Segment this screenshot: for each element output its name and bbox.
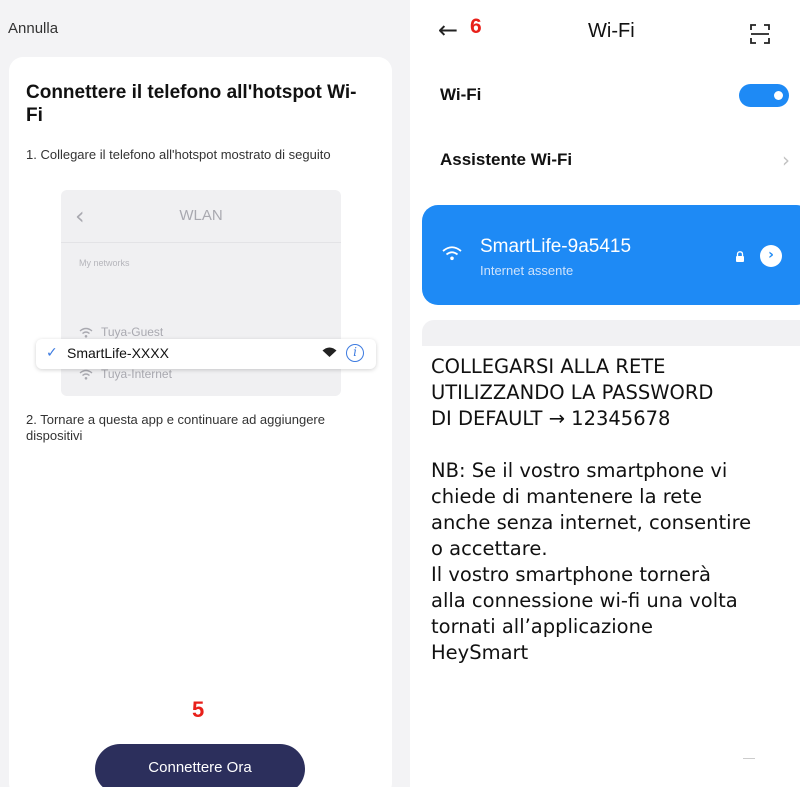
wifi-toggle-label: Wi-Fi [440, 85, 482, 104]
network-name: SmartLife-9a5415 [480, 236, 632, 257]
wifi-icon [79, 327, 93, 338]
network-status: Internet assente [480, 263, 574, 278]
instruction-line: COLLEGARSI ALLA RETE [431, 355, 666, 378]
network-details-button[interactable]: › [760, 245, 782, 267]
network-name: SmartLife-XXXX [67, 345, 169, 361]
chevron-right-icon: › [782, 148, 790, 172]
back-arrow-icon[interactable]: ← [438, 16, 458, 44]
wifi-icon [79, 369, 93, 380]
connect-now-button[interactable]: Connettere Ora [95, 744, 305, 787]
divider [743, 758, 755, 759]
toggle-knob [774, 91, 783, 100]
note-line: chiede di mantenere la rete [431, 485, 702, 508]
note-line: NB: Se il vostro smartphone vi [431, 459, 728, 482]
wifi-assistant-item[interactable]: Assistente Wi-Fi [440, 150, 572, 170]
instructions-card: Connettere il telefono all'hotspot Wi-Fi… [9, 57, 392, 787]
step-1-text: 1. Collegare il telefono all'hotspot mos… [26, 147, 331, 162]
hotspot-screen: Annulla Connettere il telefono all'hotsp… [0, 0, 410, 787]
note-line: tornati all’applicazione [431, 615, 653, 638]
connected-network-card[interactable]: SmartLife-9a5415 Internet assente › [422, 205, 800, 305]
instruction-line: UTILIZZANDO LA PASSWORD [431, 381, 714, 404]
note-line: HeySmart [431, 641, 529, 664]
page-title: Wi-Fi [588, 20, 635, 42]
wifi-icon [442, 246, 462, 261]
checkmark-icon: ✓ [46, 345, 58, 361]
page-title: Connettere il telefono all'hotspot Wi-Fi [26, 82, 357, 126]
selected-network-item: ✓ SmartLife-XXXX i [36, 339, 376, 369]
cancel-button[interactable]: Annulla [8, 20, 58, 37]
info-icon: i [346, 344, 364, 362]
note-line: anche senza internet, consentire [431, 511, 752, 534]
note-line: alla connessione wi-fi una volta [431, 589, 738, 612]
wlan-header-title: WLAN [179, 207, 223, 224]
wifi-settings-screen: ← 6 Wi-Fi Wi-Fi Assistente Wi-Fi › Smart… [420, 0, 800, 787]
qr-scan-icon[interactable] [750, 24, 770, 44]
network-name: Tuya-Internet [101, 367, 172, 381]
step-marker: 6 [470, 15, 482, 38]
wifi-toggle[interactable] [739, 84, 789, 107]
password-line: DI DEFAULT → 12345678 [431, 407, 671, 430]
divider [61, 242, 341, 243]
network-item-internet: Tuya-Internet [79, 367, 172, 381]
network-list-section [422, 320, 800, 346]
instructions-text: COLLEGARSI ALLA RETE UTILIZZANDO LA PASS… [431, 354, 799, 666]
network-item-guest: Tuya-Guest [79, 325, 163, 339]
step-2-text: 2. Tornare a questa app e continuare ad … [26, 412, 325, 443]
note-line: Il vostro smartphone tornerà [431, 563, 711, 586]
lock-icon [736, 251, 744, 262]
note-line: o accettare. [431, 537, 548, 560]
wifi-icon [322, 347, 337, 357]
step-marker: 5 [192, 697, 205, 722]
section-label: My networks [79, 258, 130, 268]
network-name: Tuya-Guest [101, 325, 164, 339]
